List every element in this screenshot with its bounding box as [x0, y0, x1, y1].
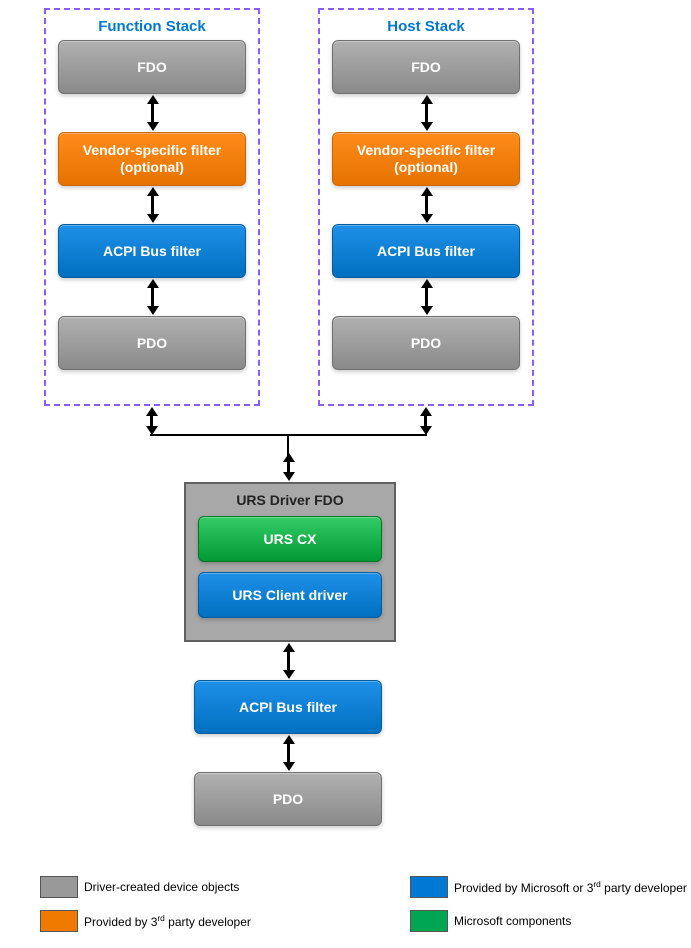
legend-swatch-orange [40, 910, 78, 932]
urs-driver-fdo-title: URS Driver FDO [198, 492, 382, 508]
arrow-icon [287, 650, 290, 672]
legend-swatch-gray [40, 876, 78, 898]
node-label: PDO [265, 791, 311, 808]
node-label: Vendor-specific filter (optional) [333, 142, 519, 176]
host-stack-title: Host Stack [332, 18, 520, 35]
function-pdo-node: PDO [58, 316, 246, 370]
urs-client-driver-node: URS Client driver [198, 572, 382, 618]
legend-blue: Provided by Microsoft or 3rd party devel… [410, 876, 687, 898]
host-pdo-node: PDO [332, 316, 520, 370]
arrow-icon [287, 742, 290, 764]
node-label: FDO [129, 59, 175, 76]
arrow-icon [150, 414, 153, 428]
arrow-icon [151, 194, 154, 216]
function-stack-title: Function Stack [58, 18, 246, 35]
legend-swatch-green [410, 910, 448, 932]
legend-label: Provided by 3rd party developer [84, 913, 251, 929]
function-fdo-node: FDO [58, 40, 246, 94]
arrow-icon [425, 194, 428, 216]
arrow-icon [151, 102, 154, 124]
node-label: FDO [403, 59, 449, 76]
legend-gray: Driver-created device objects [40, 876, 239, 898]
legend-swatch-blue [410, 876, 448, 898]
node-label: ACPI Bus filter [369, 243, 483, 260]
arrow-icon [425, 286, 428, 308]
node-label: ACPI Bus filter [231, 699, 345, 716]
host-acpi-bus-filter-node: ACPI Bus filter [332, 224, 520, 278]
legend-label: Driver-created device objects [84, 880, 239, 894]
lower-acpi-bus-filter-node: ACPI Bus filter [194, 680, 382, 734]
host-stack-container: Host Stack FDO Vendor-specific filter (o… [318, 8, 534, 406]
node-label: PDO [129, 335, 175, 352]
legend-label: Microsoft components [454, 914, 571, 928]
node-label: URS Client driver [224, 587, 355, 604]
function-acpi-bus-filter-node: ACPI Bus filter [58, 224, 246, 278]
urs-driver-fdo-container: URS Driver FDO URS CX URS Client driver [184, 482, 396, 642]
host-vendor-filter-node: Vendor-specific filter (optional) [332, 132, 520, 186]
function-stack-container: Function Stack FDO Vendor-specific filte… [44, 8, 260, 406]
legend-label: Provided by Microsoft or 3rd party devel… [454, 879, 687, 895]
arrow-icon [424, 414, 427, 428]
lower-pdo-node: PDO [194, 772, 382, 826]
arrow-icon [287, 460, 290, 474]
diagram-root: Function Stack FDO Vendor-specific filte… [0, 0, 691, 948]
arrow-icon [151, 286, 154, 308]
host-fdo-node: FDO [332, 40, 520, 94]
node-label: URS CX [256, 531, 325, 548]
function-vendor-filter-node: Vendor-specific filter (optional) [58, 132, 246, 186]
node-label: PDO [403, 335, 449, 352]
arrow-icon [425, 102, 428, 124]
node-label: Vendor-specific filter (optional) [59, 142, 245, 176]
legend-green: Microsoft components [410, 910, 571, 932]
legend-orange: Provided by 3rd party developer [40, 910, 251, 932]
urs-cx-node: URS CX [198, 516, 382, 562]
node-label: ACPI Bus filter [95, 243, 209, 260]
